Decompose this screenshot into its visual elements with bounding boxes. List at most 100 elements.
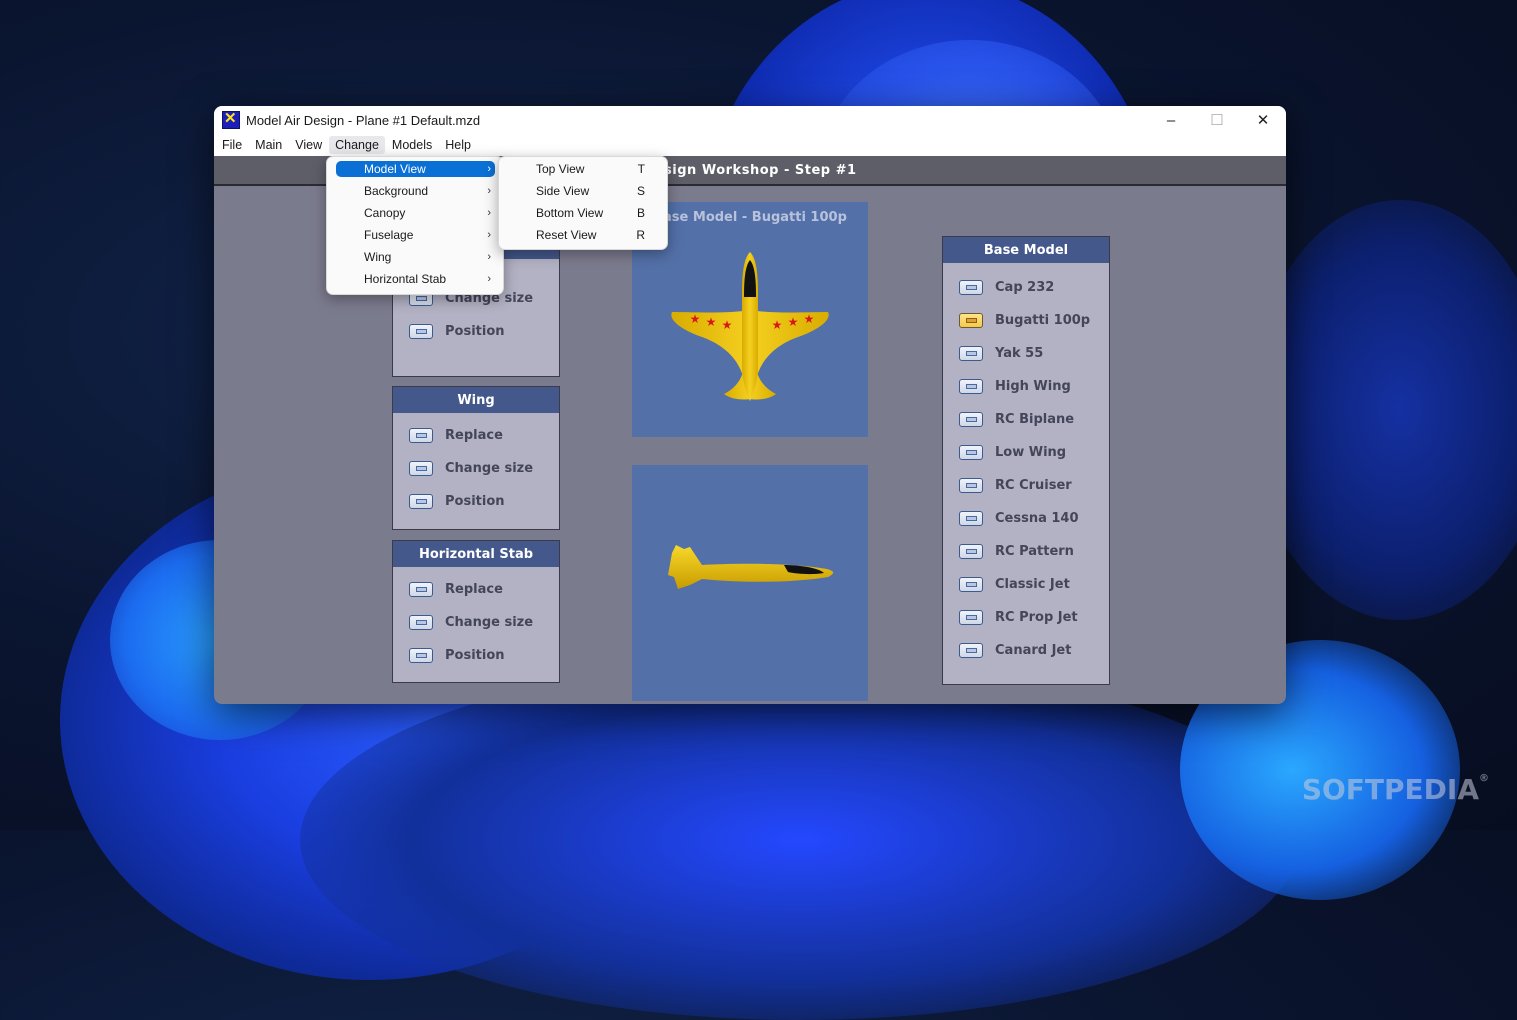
fuselage-position-option[interactable]: Position	[409, 324, 505, 339]
wing-change-size-option[interactable]: Change size	[409, 461, 533, 476]
svg-text:★: ★	[788, 315, 799, 329]
stab-position-option[interactable]: Position	[409, 648, 505, 663]
menu-file[interactable]: File	[216, 136, 248, 154]
radio-button[interactable]	[959, 379, 983, 394]
menu-item-label: Model View	[364, 162, 426, 176]
option-label: RC Prop Jet	[995, 610, 1078, 625]
chevron-right-icon: ›	[487, 251, 491, 263]
radio-button[interactable]	[959, 643, 983, 658]
menu-item-canopy[interactable]: Canopy ›	[327, 202, 503, 224]
model-option-rc-pattern[interactable]: RC Pattern	[959, 544, 1074, 559]
chevron-right-icon: ›	[487, 163, 491, 175]
radio-button[interactable]	[959, 478, 983, 493]
menu-models[interactable]: Models	[386, 136, 438, 154]
menu-item-model-view[interactable]: Model View ›	[327, 158, 503, 180]
model-option-rc-cruiser[interactable]: RC Cruiser	[959, 478, 1072, 493]
menu-item-reset-view[interactable]: Reset View R	[499, 224, 667, 246]
maximize-button[interactable]: ☐	[1194, 106, 1240, 134]
wallpaper-shape	[1250, 200, 1517, 620]
radio-button[interactable]	[959, 544, 983, 559]
menu-help[interactable]: Help	[439, 136, 477, 154]
menu-item-label: Top View	[536, 162, 585, 176]
radio-button[interactable]	[959, 412, 983, 427]
chevron-right-icon: ›	[487, 185, 491, 197]
window-title: Model Air Design - Plane #1 Default.mzd	[246, 112, 481, 128]
shortcut-key: B	[636, 206, 645, 220]
title-bar[interactable]: Model Air Design - Plane #1 Default.mzd …	[214, 106, 1286, 134]
horizontal-stab-panel: Horizontal Stab Replace Change size Posi…	[392, 540, 560, 683]
model-option-rc-prop-jet[interactable]: RC Prop Jet	[959, 610, 1078, 625]
stab-change-size-option[interactable]: Change size	[409, 615, 533, 630]
menu-change[interactable]: Change	[329, 136, 385, 154]
radio-button[interactable]	[959, 577, 983, 592]
shortcut-key: S	[636, 184, 645, 198]
menu-view[interactable]: View	[289, 136, 328, 154]
model-option-canard-jet[interactable]: Canard Jet	[959, 643, 1071, 658]
airplane-side-view-icon	[668, 545, 834, 589]
option-label: Position	[445, 648, 505, 663]
menu-item-label: Wing	[364, 250, 392, 264]
radio-button[interactable]	[959, 511, 983, 526]
option-label: Cessna 140	[995, 511, 1079, 526]
radio-button[interactable]	[409, 494, 433, 509]
radio-button-selected[interactable]	[959, 313, 983, 328]
svg-text:★: ★	[706, 315, 717, 329]
option-label: RC Pattern	[995, 544, 1074, 559]
wing-position-option[interactable]: Position	[409, 494, 505, 509]
chevron-right-icon: ›	[487, 273, 491, 285]
menu-item-wing[interactable]: Wing ›	[327, 246, 503, 268]
side-view-panel	[632, 465, 868, 701]
shortcut-key: T	[637, 162, 645, 176]
horizontal-stab-panel-header: Horizontal Stab	[393, 541, 559, 567]
menu-item-background[interactable]: Background ›	[327, 180, 503, 202]
minimize-button[interactable]: –	[1148, 106, 1194, 134]
wing-replace-option[interactable]: Replace	[409, 428, 503, 443]
menu-item-label: Horizontal Stab	[364, 272, 447, 286]
option-label: Canard Jet	[995, 643, 1072, 658]
menu-item-top-view[interactable]: Top View T	[499, 158, 667, 180]
option-label: Classic Jet	[995, 577, 1070, 592]
menu-main[interactable]: Main	[249, 136, 288, 154]
menu-item-label: Side View	[536, 184, 590, 198]
radio-button[interactable]	[409, 648, 433, 663]
radio-button[interactable]	[959, 346, 983, 361]
close-button[interactable]: ✕	[1240, 106, 1286, 134]
menu-item-side-view[interactable]: Side View S	[499, 180, 667, 202]
radio-button[interactable]	[409, 615, 433, 630]
model-option-cap-232[interactable]: Cap 232	[959, 280, 1054, 295]
chevron-right-icon: ›	[487, 229, 491, 241]
menu-item-bottom-view[interactable]: Bottom View B	[499, 202, 667, 224]
radio-button[interactable]	[959, 445, 983, 460]
option-label: Low Wing	[995, 445, 1067, 460]
option-label: RC Biplane	[995, 412, 1075, 427]
radio-button[interactable]	[409, 461, 433, 476]
svg-text:★: ★	[772, 318, 783, 332]
stab-replace-option[interactable]: Replace	[409, 582, 503, 597]
option-label: Yak 55	[995, 346, 1044, 361]
model-option-yak-55[interactable]: Yak 55	[959, 346, 1043, 361]
radio-button[interactable]	[959, 610, 983, 625]
radio-button[interactable]	[409, 582, 433, 597]
option-label: Bugatti 100p	[995, 313, 1091, 328]
model-option-high-wing[interactable]: High Wing	[959, 379, 1071, 394]
model-option-classic-jet[interactable]: Classic Jet	[959, 577, 1070, 592]
menu-bar: File Main View Change Models Help	[214, 134, 1286, 156]
menu-item-label: Canopy	[364, 206, 406, 220]
model-option-low-wing[interactable]: Low Wing	[959, 445, 1066, 460]
model-option-cessna-140[interactable]: Cessna 140	[959, 511, 1079, 526]
menu-item-horizontal-stab[interactable]: Horizontal Stab ›	[327, 268, 503, 290]
model-option-bugatti-100p[interactable]: Bugatti 100p	[959, 313, 1090, 328]
option-label: Position	[445, 494, 505, 509]
menu-item-label: Bottom View	[536, 206, 604, 220]
radio-button[interactable]	[959, 280, 983, 295]
window-controls: – ☐ ✕	[1148, 106, 1286, 134]
option-label: Change size	[445, 461, 534, 476]
menu-item-fuselage[interactable]: Fuselage ›	[327, 224, 503, 246]
menu-item-label: Reset View	[536, 228, 597, 242]
radio-button[interactable]	[409, 324, 433, 339]
change-menu-dropdown: Model View › Background › Canopy › Fuselage…	[326, 156, 504, 295]
shortcut-key: R	[636, 228, 645, 242]
model-option-rc-biplane[interactable]: RC Biplane	[959, 412, 1074, 427]
base-model-panel-header: Base Model	[943, 237, 1109, 263]
radio-button[interactable]	[409, 428, 433, 443]
